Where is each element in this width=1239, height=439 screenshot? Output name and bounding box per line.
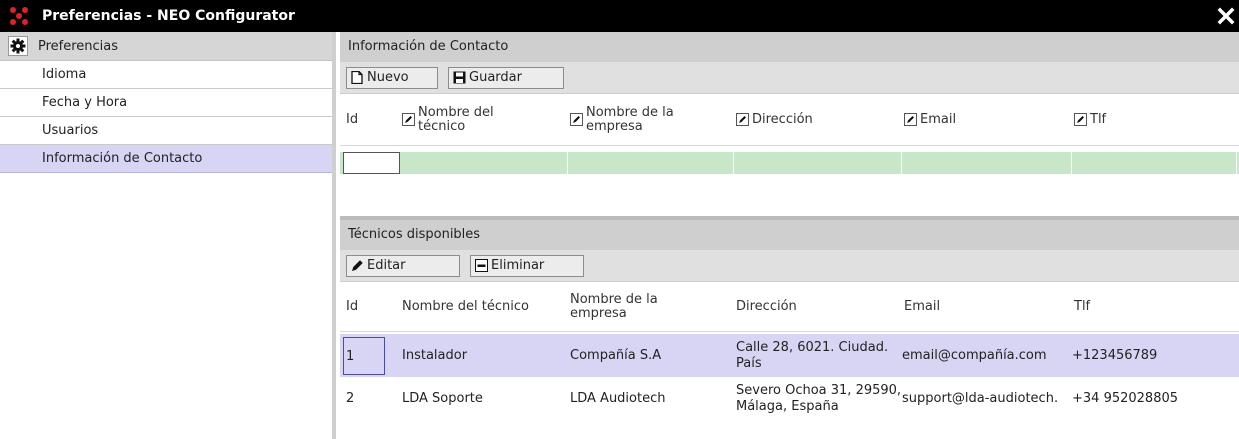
new-document-icon	[350, 71, 364, 85]
column-header-address[interactable]: Dirección	[736, 111, 904, 127]
row-company-cell[interactable]: LDA Audiotech	[570, 391, 736, 407]
window-title: Preferencias - NEO Configurator	[42, 8, 295, 24]
new-entry-email-cell[interactable]	[902, 152, 1072, 174]
close-icon[interactable]	[1217, 7, 1235, 25]
row-address-cell[interactable]: Calle 28, 6021. Ciudad. País	[736, 340, 902, 372]
edit-pencil-icon	[570, 113, 583, 126]
new-entry-row[interactable]	[340, 152, 1239, 174]
table-row[interactable]: 1 Instalador Compañía S.A Calle 28, 6021…	[340, 334, 1239, 377]
app-logo-icon	[10, 7, 28, 25]
row-company-cell[interactable]: Compañía S.A	[570, 348, 736, 364]
edit-pencil-icon	[904, 113, 917, 126]
sidebar-header[interactable]: Preferencias	[0, 32, 332, 61]
sidebar-item-usuarios[interactable]: Usuarios	[0, 117, 332, 145]
new-entry-name-cell[interactable]	[400, 152, 568, 174]
delete-button-label: Eliminar	[491, 258, 545, 273]
new-entry-id-cell[interactable]	[343, 152, 400, 174]
column-header-company-label: Nombre de la empresa	[570, 291, 658, 321]
edit-pencil-icon	[1074, 113, 1087, 126]
new-entry-phone-cell[interactable]	[1072, 152, 1237, 174]
row-phone-cell[interactable]: +34 952028805	[1072, 391, 1237, 407]
column-header-address[interactable]: Dirección	[736, 299, 904, 314]
row-id-cell[interactable]: 2	[340, 391, 402, 407]
column-header-company-label: Nombre de la empresa	[586, 104, 674, 134]
sidebar-item-fecha-hora[interactable]: Fecha y Hora	[0, 89, 332, 117]
column-header-phone[interactable]: Tlf	[1074, 299, 1239, 314]
column-header-name-label: Nombre del técnico	[418, 104, 494, 134]
edit-pencil-icon	[736, 113, 749, 126]
technicians-grid-header: Id Nombre del técnico Nombre de la empre…	[340, 282, 1239, 332]
row-phone-cell[interactable]: +123456789	[1072, 348, 1237, 364]
column-header-phone[interactable]: Tlf	[1074, 111, 1239, 127]
main-panel: Información de Contacto Nuevo Guardar Id…	[340, 32, 1239, 439]
contact-section-title: Información de Contacto	[340, 32, 1239, 62]
row-email-cell[interactable]: support@lda-audiotech.	[902, 391, 1072, 407]
contact-toolbar: Nuevo Guardar	[340, 62, 1239, 94]
column-header-email[interactable]: Email	[904, 111, 1074, 127]
title-bar: Preferencias - NEO Configurator	[0, 0, 1239, 32]
contact-grid-header: Id Nombre del técnico Nombre de la empre…	[340, 94, 1239, 146]
column-header-id[interactable]: Id	[340, 299, 402, 314]
save-icon	[452, 71, 466, 85]
row-name-cell[interactable]: Instalador	[402, 348, 570, 364]
new-button[interactable]: Nuevo	[346, 66, 438, 89]
new-entry-company-cell[interactable]	[568, 152, 734, 174]
column-header-company[interactable]: Nombre de la empresa	[570, 104, 736, 134]
column-header-address-label: Dirección	[752, 111, 813, 127]
sidebar-header-label: Preferencias	[38, 38, 119, 54]
save-button-label: Guardar	[469, 70, 522, 85]
save-button[interactable]: Guardar	[448, 66, 564, 89]
sidebar-item-contacto[interactable]: Información de Contacto	[0, 145, 332, 173]
technicians-toolbar: Editar Eliminar	[340, 250, 1239, 282]
minus-icon	[474, 259, 488, 273]
edit-button[interactable]: Editar	[346, 254, 460, 277]
pencil-icon	[350, 259, 364, 273]
new-button-label: Nuevo	[367, 70, 409, 85]
table-row[interactable]: 2 LDA Soporte LDA Audiotech Severo Ochoa…	[340, 377, 1239, 420]
gear-icon	[8, 36, 28, 56]
row-email-cell[interactable]: email@compañía.com	[902, 348, 1072, 364]
edit-pencil-icon	[402, 113, 415, 126]
sidebar: Preferencias Idioma Fecha y Hora Usuario…	[0, 32, 336, 439]
row-name-cell[interactable]: LDA Soporte	[402, 391, 570, 407]
column-header-email-label: Email	[920, 111, 957, 127]
sidebar-item-idioma[interactable]: Idioma	[0, 61, 332, 89]
new-entry-address-cell[interactable]	[734, 152, 902, 174]
edit-button-label: Editar	[367, 258, 406, 273]
row-id-cell[interactable]: 1	[343, 336, 385, 375]
technicians-section-title: Técnicos disponibles	[340, 220, 1239, 250]
column-header-phone-label: Tlf	[1090, 111, 1107, 127]
column-header-name[interactable]: Nombre del técnico	[402, 299, 570, 314]
technicians-section: Técnicos disponibles Editar Eliminar Id …	[340, 220, 1239, 420]
delete-button[interactable]: Eliminar	[470, 254, 584, 277]
column-header-name[interactable]: Nombre del técnico	[402, 104, 570, 134]
column-header-id: Id	[346, 111, 359, 127]
column-header-company[interactable]: Nombre de la empresa	[570, 291, 736, 321]
column-header-email[interactable]: Email	[904, 299, 1074, 314]
row-address-cell[interactable]: Severo Ochoa 31, 29590, Málaga, España	[736, 383, 902, 415]
